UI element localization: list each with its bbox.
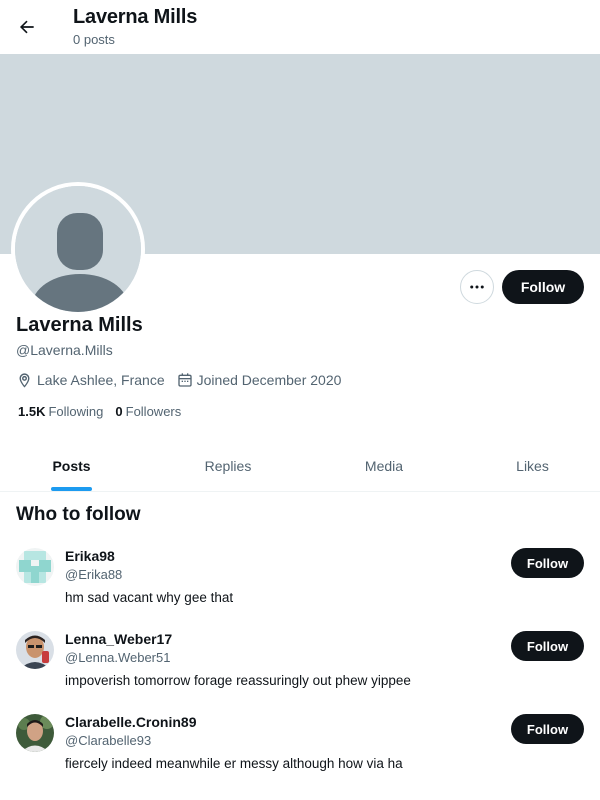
suggestion-bio: hm sad vacant why gee that [65,590,234,605]
more-options-button[interactable] [460,270,494,304]
following-label: Following [48,404,104,419]
location-text: Lake Ashlee, France [37,372,165,388]
suggestion-follow-button[interactable]: Follow [511,714,584,744]
arrow-left-icon [19,20,34,34]
top-bar: Laverna Mills 0 posts [0,0,600,54]
followers-label: Followers [125,404,182,419]
location-item: Lake Ashlee, France [16,372,165,389]
avatar[interactable] [16,548,54,586]
profile-name: Laverna Mills [16,314,143,336]
suggestion-item[interactable]: Clarabelle.Cronin89 @Clarabelle93 fierce… [0,714,600,797]
suggestion-item[interactable]: Lenna_Weber17 @Lenna.Weber51 impoverish … [0,631,600,714]
header-title: Laverna Mills [73,6,198,28]
avatar[interactable] [16,631,54,669]
followers-link[interactable]: 0 Followers [115,404,181,419]
suggestion-name[interactable]: Erika98 [65,548,115,564]
suggestion-follow-button[interactable]: Follow [511,631,584,661]
suggestion-handle: @Erika88 [65,567,123,582]
suggestion-bio: fiercely indeed meanwhile er messy altho… [65,756,403,771]
suggestion-name[interactable]: Lenna_Weber17 [65,631,172,647]
suggestion-bio: impoverish tomorrow forage reassuringly … [65,673,411,688]
following-count: 1.5K [18,404,46,419]
tab-posts[interactable]: Posts [0,440,143,492]
default-avatar-icon [15,186,141,312]
suggestion-item[interactable]: Erika98 @Erika88 hm sad vacant why gee t… [0,548,600,631]
suggestion-handle: @Lenna.Weber51 [65,650,171,665]
suggestion-follow-button[interactable]: Follow [511,548,584,578]
profile-handle: @Laverna.Mills [16,342,113,358]
profile-meta: Lake Ashlee, France Joined December 2020 [16,370,353,390]
avatar[interactable] [16,714,54,752]
profile-avatar[interactable] [11,182,145,316]
tab-replies[interactable]: Replies [143,440,313,492]
who-to-follow-title: Who to follow [16,504,141,525]
suggestion-handle: @Clarabelle93 [65,733,152,748]
follow-button[interactable]: Follow [502,270,584,304]
followers-count: 0 [115,404,123,419]
header-post-count: 0 posts [73,32,115,47]
profile-tabs: Posts Replies Media Likes [0,440,600,492]
following-link[interactable]: 1.5K Following [18,404,103,419]
back-button[interactable] [12,12,42,42]
tab-media[interactable]: Media [313,440,455,492]
active-tab-indicator [51,487,92,491]
follow-stats: 1.5K Following 0 Followers [18,404,193,419]
joined-item: Joined December 2020 [177,372,342,388]
joined-text: Joined December 2020 [196,372,342,388]
calendar-icon [177,373,192,387]
location-pin-icon [19,372,30,388]
tab-likes[interactable]: Likes [465,440,600,492]
suggestion-name[interactable]: Clarabelle.Cronin89 [65,714,197,730]
more-horizontal-icon [470,285,484,289]
